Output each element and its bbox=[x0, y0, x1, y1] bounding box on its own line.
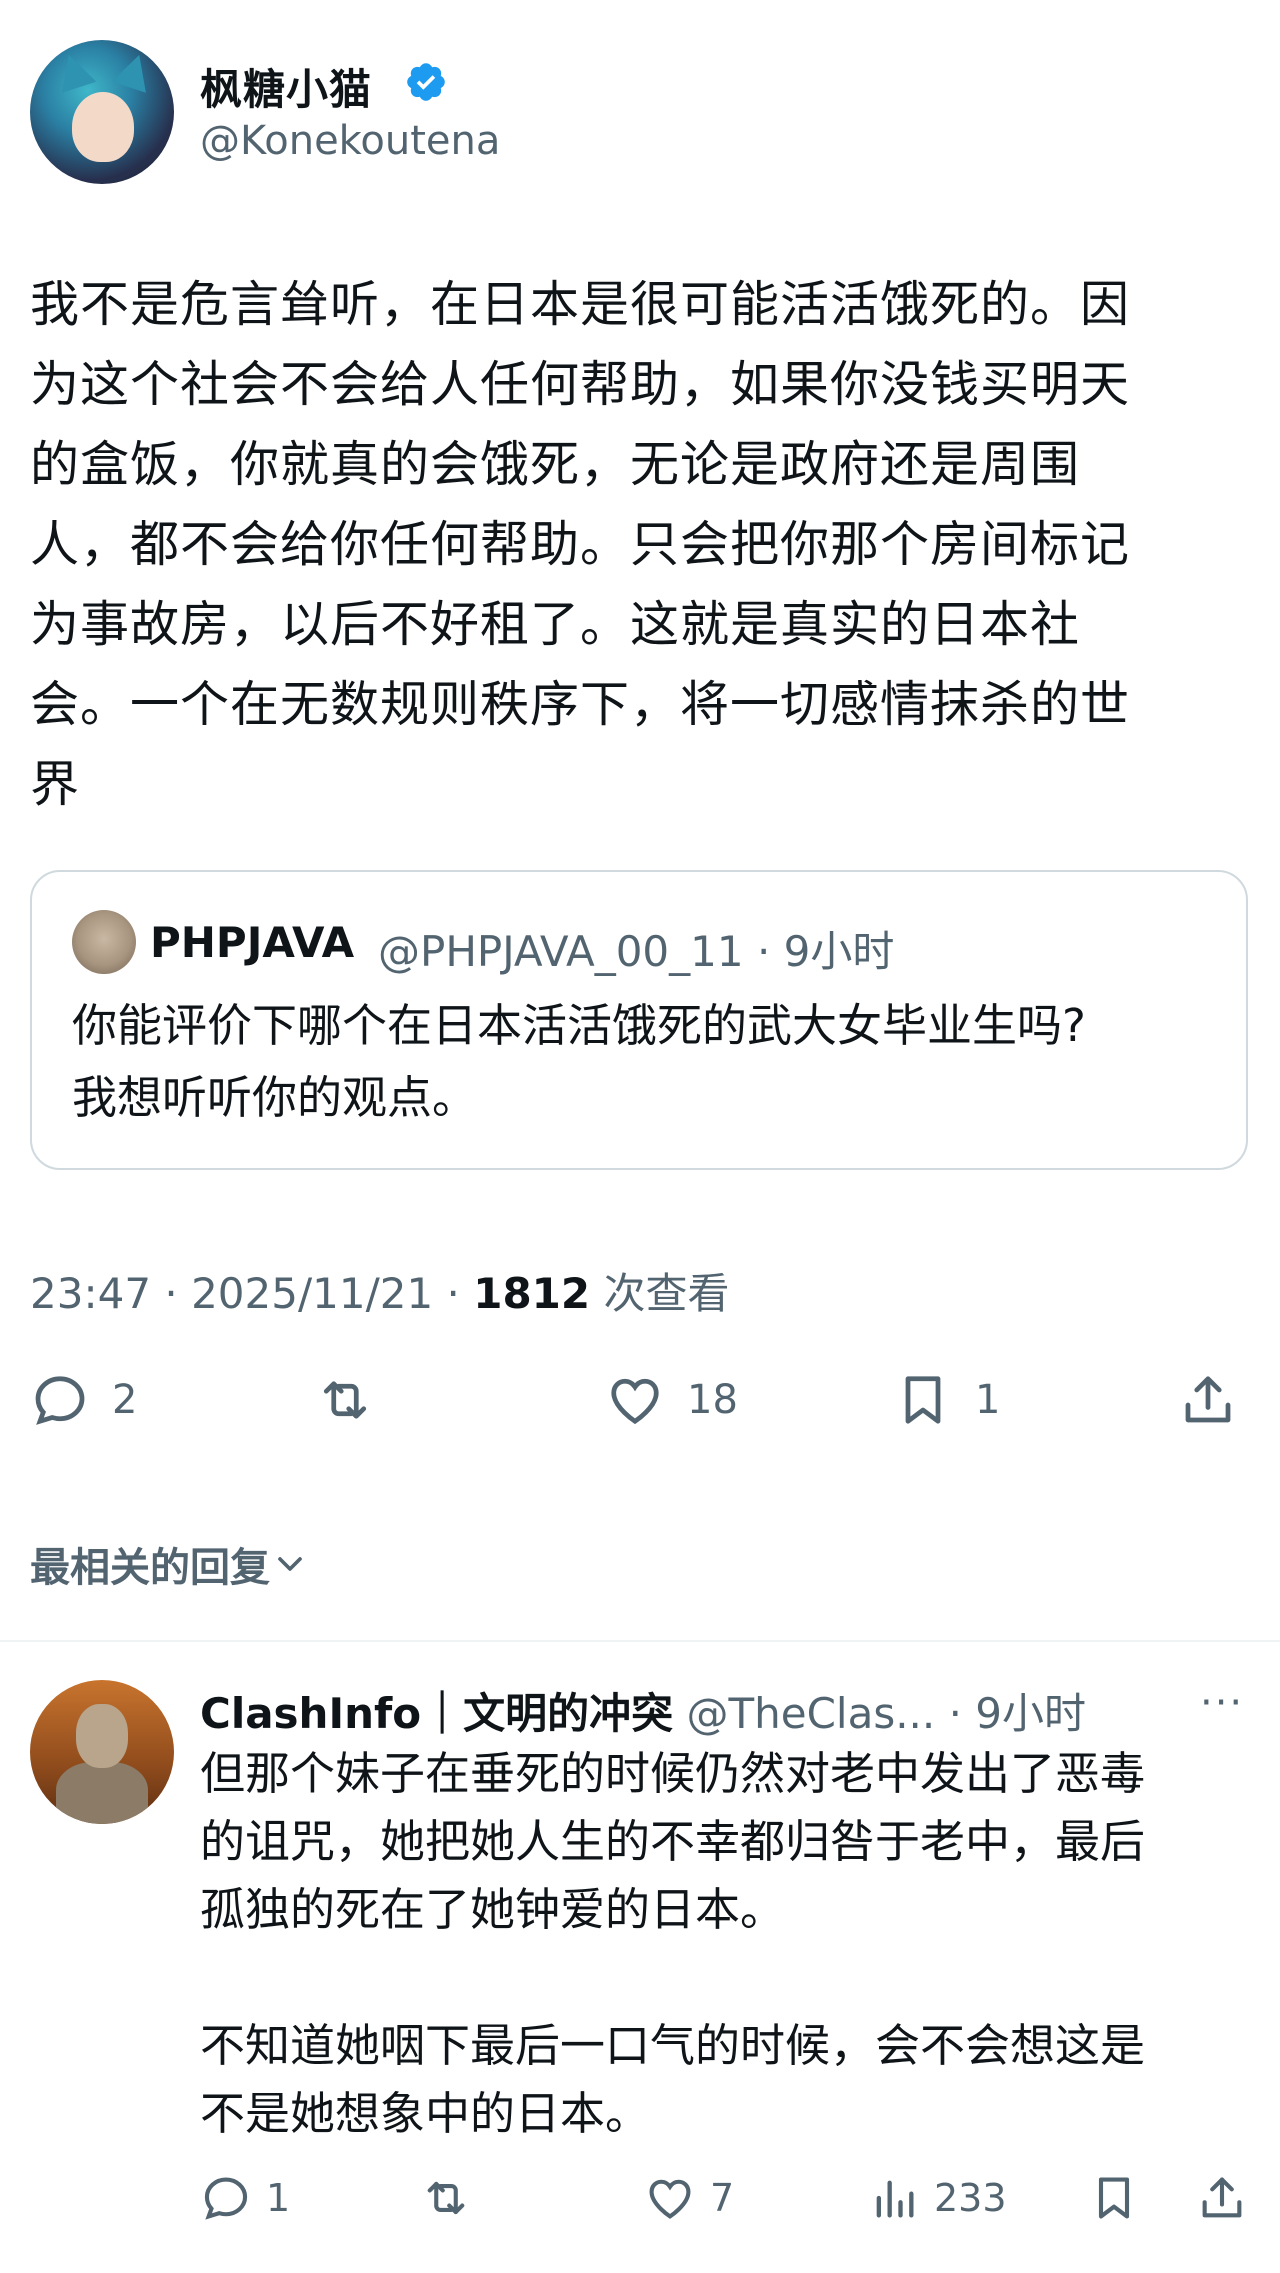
like-count: 18 bbox=[687, 1377, 738, 1423]
reply-author-avatar[interactable] bbox=[30, 1680, 174, 1824]
quote-author-avatar[interactable] bbox=[72, 910, 136, 974]
replies-sort-dropdown[interactable]: 最相关的回复 bbox=[30, 1535, 310, 1593]
bookmark-icon bbox=[905, 1376, 941, 1424]
reply-like-button[interactable]: 7 bbox=[644, 2168, 734, 2228]
quote-text: 你能评价下哪个在日本活活饿死的武大女毕业生吗? 我想听听你的观点。 bbox=[72, 990, 1222, 1134]
reply-line: 孤独的死在了她钟爱的日本。 bbox=[200, 1883, 786, 1936]
retweet-button[interactable] bbox=[315, 1365, 375, 1435]
quote-author-name[interactable]: PHPJAVA bbox=[150, 918, 354, 967]
retweet-icon bbox=[323, 1381, 367, 1419]
reply-view-count: 233 bbox=[934, 2176, 1007, 2220]
view-count: 1812 bbox=[473, 1269, 591, 1318]
analytics-icon bbox=[876, 2180, 914, 2218]
reply-line: 不是她想象中的日本。 bbox=[200, 2087, 651, 2140]
reply-button[interactable]: 2 bbox=[30, 1365, 137, 1435]
post-line: 人，都不会给你任何帮助。只会把你那个房间标记 bbox=[30, 516, 1131, 573]
reply-line: 不知道她咽下最后一口气的时候，会不会想这是 bbox=[200, 2019, 1146, 2072]
reply-text: 但那个妹子在垂死的时候仍然对老中发出了恶毒 的诅咒，她把她人生的不幸都归咎于老中… bbox=[200, 1740, 1260, 2148]
author-display-name[interactable]: 枫糖小猫 bbox=[200, 56, 372, 117]
reply-line: 的诅咒，她把她人生的不幸都归咎于老中，最后 bbox=[200, 1815, 1146, 1868]
heart-icon bbox=[611, 1378, 659, 1425]
post-line: 为这个社会不会给人任何帮助，如果你没钱买明天 bbox=[30, 356, 1131, 413]
retweet-icon bbox=[427, 2181, 465, 2215]
post-line: 会。一个在无数规则秩序下，将一切感情抹杀的世 bbox=[30, 676, 1131, 733]
view-label: 次查看 bbox=[590, 1269, 730, 1318]
share-icon bbox=[1185, 1376, 1231, 1423]
bookmark-button[interactable]: 1 bbox=[893, 1365, 1000, 1435]
reply-retweet-button[interactable] bbox=[420, 2168, 472, 2228]
author-avatar[interactable] bbox=[30, 40, 174, 184]
author-handle[interactable]: @Konekoutena bbox=[200, 118, 500, 164]
share-button[interactable] bbox=[1178, 1365, 1238, 1435]
reply-author-handle-time: @TheClas... · 9小时 bbox=[673, 1689, 1087, 1738]
quote-line: 我想听听你的观点。 bbox=[72, 1071, 478, 1124]
reply-like-count: 7 bbox=[710, 2176, 735, 2220]
reply-author-name[interactable]: ClashInfo｜文明的冲突 bbox=[200, 1689, 673, 1738]
reply-count: 2 bbox=[112, 1377, 138, 1423]
post-line: 界 bbox=[30, 756, 81, 813]
reply-header: ClashInfo｜文明的冲突 @TheClas... · 9小时 bbox=[200, 1680, 1086, 1741]
share-icon bbox=[1202, 2177, 1242, 2218]
post-text: 我不是危言耸听，在日本是很可能活活饿死的。因 为这个社会不会给人任何帮助，如果你… bbox=[30, 265, 1255, 825]
post-meta: 23:47 · 2025/11/21 · 1812 次查看 bbox=[30, 1260, 729, 1321]
bookmark-icon bbox=[1098, 2177, 1130, 2219]
post-timestamp[interactable]: 23:47 · 2025/11/21 · bbox=[30, 1269, 473, 1318]
divider bbox=[0, 1640, 1280, 1642]
post-line: 为事故房，以后不好租了。这就是真实的日本社 bbox=[30, 596, 1081, 653]
like-button[interactable]: 18 bbox=[605, 1365, 738, 1435]
reply-line: 但那个妹子在垂死的时候仍然对老中发出了恶毒 bbox=[200, 1747, 1146, 1800]
post-line: 我不是危言耸听，在日本是很可能活活饿死的。因 bbox=[30, 276, 1131, 333]
reply-share-button[interactable] bbox=[1196, 2168, 1248, 2228]
chevron-down-icon bbox=[278, 1557, 302, 1571]
reply-icon bbox=[35, 1376, 85, 1425]
verified-badge-icon bbox=[407, 63, 445, 101]
reply-reply-count: 1 bbox=[266, 2176, 291, 2220]
quote-author-handle-time: @PHPJAVA_00_11 · 9小时 bbox=[378, 927, 895, 976]
heart-icon bbox=[649, 2179, 691, 2219]
sort-label: 最相关的回复 bbox=[30, 1545, 270, 1591]
reply-bookmark-button[interactable] bbox=[1088, 2168, 1140, 2228]
quote-line: 你能评价下哪个在日本活活饿死的武大女毕业生吗? bbox=[72, 999, 1086, 1052]
more-options-icon[interactable]: ··· bbox=[1200, 1680, 1244, 1726]
bookmark-count: 1 bbox=[975, 1377, 1001, 1423]
reply-views-button[interactable]: 233 bbox=[868, 2168, 1007, 2228]
post-line: 的盒饭，你就真的会饿死，无论是政府还是周围 bbox=[30, 436, 1081, 493]
reply-icon bbox=[204, 2177, 248, 2220]
reply-reply-button[interactable]: 1 bbox=[200, 2168, 290, 2228]
